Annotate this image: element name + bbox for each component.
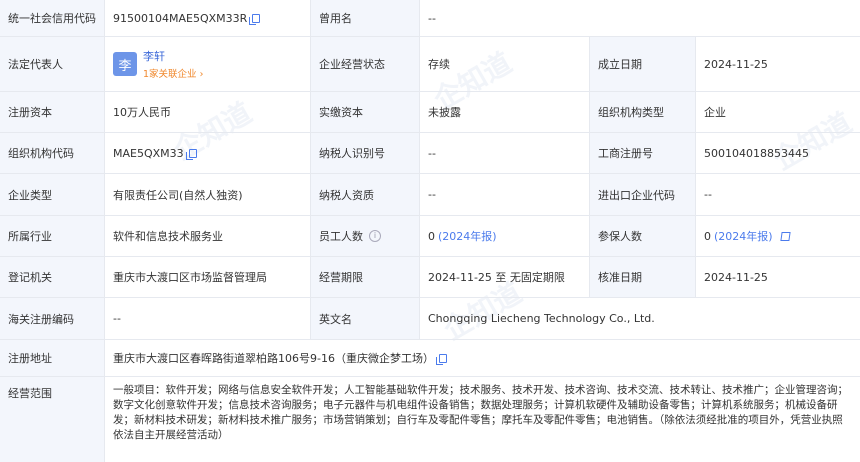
label-approval-date: 核准日期	[590, 257, 696, 297]
label-company-type: 企业类型	[0, 174, 105, 215]
value-insured: 0 (2024年报)	[696, 216, 860, 256]
employees-count: 0	[428, 229, 435, 243]
label-business-term: 经营期限	[311, 257, 420, 297]
table-row: 所属行业 软件和信息技术服务业 员工人数 i 0 (2024年报) 参保人数 0…	[0, 216, 860, 257]
label-former-name: 曾用名	[311, 0, 420, 36]
copy-icon[interactable]	[185, 148, 197, 160]
org-code-text: MAE5QXM33	[113, 146, 184, 160]
label-credit-code: 统一社会信用代码	[0, 0, 105, 36]
table-row: 注册资本 10万人民币 实缴资本 未披露 组织机构类型 企业	[0, 92, 860, 133]
avatar[interactable]: 李	[113, 52, 137, 76]
label-org-code: 组织机构代码	[0, 133, 105, 173]
label-paid-capital: 实缴资本	[311, 92, 420, 132]
label-status: 企业经营状态	[311, 37, 420, 91]
value-taxpayer-qual: --	[420, 174, 590, 215]
value-status: 存续	[420, 37, 590, 91]
table-row: 统一社会信用代码 91500104MAE5QXM33R 曾用名 --	[0, 0, 860, 37]
table-row: 企业类型 有限责任公司(自然人独资) 纳税人资质 -- 进出口企业代码 --	[0, 174, 860, 216]
value-paid-capital: 未披露	[420, 92, 590, 132]
label-industry: 所属行业	[0, 216, 105, 256]
value-company-type: 有限责任公司(自然人独资)	[105, 174, 311, 215]
value-credit-code: 91500104MAE5QXM33R	[105, 0, 311, 36]
value-biz-reg-no: 500104018853445	[704, 146, 809, 160]
value-business-scope: 一般项目：软件开发；网络与信息安全软件开发；人工智能基础软件开发；技术服务、技术…	[113, 384, 848, 441]
table-row: 注册地址 重庆市大渡口区春晖路街道翠柏路106号9-16（重庆微企梦工场）	[0, 340, 860, 377]
trend-chart-icon[interactable]	[779, 231, 791, 241]
business-info-table: 统一社会信用代码 91500104MAE5QXM33R 曾用名 -- 法定代表人…	[0, 0, 860, 462]
table-row: 经营范围 一般项目：软件开发；网络与信息安全软件开发；人工智能基础软件开发；技术…	[0, 377, 860, 462]
label-registered-capital: 注册资本	[0, 92, 105, 132]
value-reg-authority: 重庆市大渡口区市场监督管理局	[105, 257, 311, 297]
address-text: 重庆市大渡口区春晖路街道翠柏路106号9-16（重庆微企梦工场）	[113, 352, 434, 365]
label-insured: 参保人数	[590, 216, 696, 256]
value-founded-date: 2024-11-25	[704, 57, 768, 71]
related-companies-link[interactable]: 1家关联企业 ›	[143, 66, 203, 80]
label-taxpayer-qual: 纳税人资质	[311, 174, 420, 215]
label-biz-reg-no: 工商注册号	[590, 133, 696, 173]
value-customs-code: --	[105, 298, 311, 339]
table-row: 法定代表人 李 李轩 1家关联企业 › 企业经营状态 存续 成立日期 2024-…	[0, 37, 860, 92]
copy-icon[interactable]	[435, 353, 447, 365]
label-import-export-code: 进出口企业代码	[590, 174, 696, 215]
label-english-name: 英文名	[311, 298, 420, 339]
credit-code-text: 91500104MAE5QXM33R	[113, 11, 248, 25]
label-founded-date: 成立日期	[590, 37, 696, 91]
value-industry: 软件和信息技术服务业	[105, 216, 311, 256]
value-approval-date: 2024-11-25	[704, 270, 768, 284]
value-registered-capital: 10万人民币	[105, 92, 311, 132]
copy-icon[interactable]	[249, 13, 261, 25]
label-org-type: 组织机构类型	[590, 92, 696, 132]
value-org-type: 企业	[704, 106, 726, 119]
value-org-code: MAE5QXM33	[105, 133, 311, 173]
label-business-scope: 经营范围	[0, 377, 105, 462]
value-import-export-code: --	[704, 188, 712, 201]
table-row: 组织机构代码 MAE5QXM33 纳税人识别号 -- 工商注册号 5001040…	[0, 133, 860, 174]
value-english-name: Chongqing Liecheng Technology Co., Ltd.	[428, 312, 655, 325]
employees-label-text: 员工人数	[319, 230, 363, 243]
insured-count: 0	[704, 229, 711, 243]
info-icon[interactable]: i	[369, 230, 381, 242]
label-reg-address: 注册地址	[0, 340, 105, 376]
legal-rep-name-link[interactable]: 李轩	[143, 48, 203, 64]
label-taxpayer-id: 纳税人识别号	[311, 133, 420, 173]
value-employees: 0 (2024年报)	[420, 216, 590, 256]
table-row: 海关注册编码 -- 英文名 Chongqing Liecheng Technol…	[0, 298, 860, 340]
label-employees: 员工人数 i	[311, 216, 420, 256]
value-legal-rep: 李 李轩 1家关联企业 ›	[105, 37, 311, 91]
table-row: 登记机关 重庆市大渡口区市场监督管理局 经营期限 2024-11-25 至 无固…	[0, 257, 860, 298]
annual-report-link[interactable]: (2024年报)	[714, 228, 773, 244]
label-legal-rep: 法定代表人	[0, 37, 105, 91]
value-reg-address: 重庆市大渡口区春晖路街道翠柏路106号9-16（重庆微企梦工场）	[105, 340, 860, 376]
value-business-term: 2024-11-25 至 无固定期限	[420, 257, 590, 297]
label-customs-code: 海关注册编码	[0, 298, 105, 339]
value-former-name: --	[428, 11, 436, 25]
value-taxpayer-id: --	[420, 133, 590, 173]
label-reg-authority: 登记机关	[0, 257, 105, 297]
annual-report-link[interactable]: (2024年报)	[438, 228, 497, 244]
